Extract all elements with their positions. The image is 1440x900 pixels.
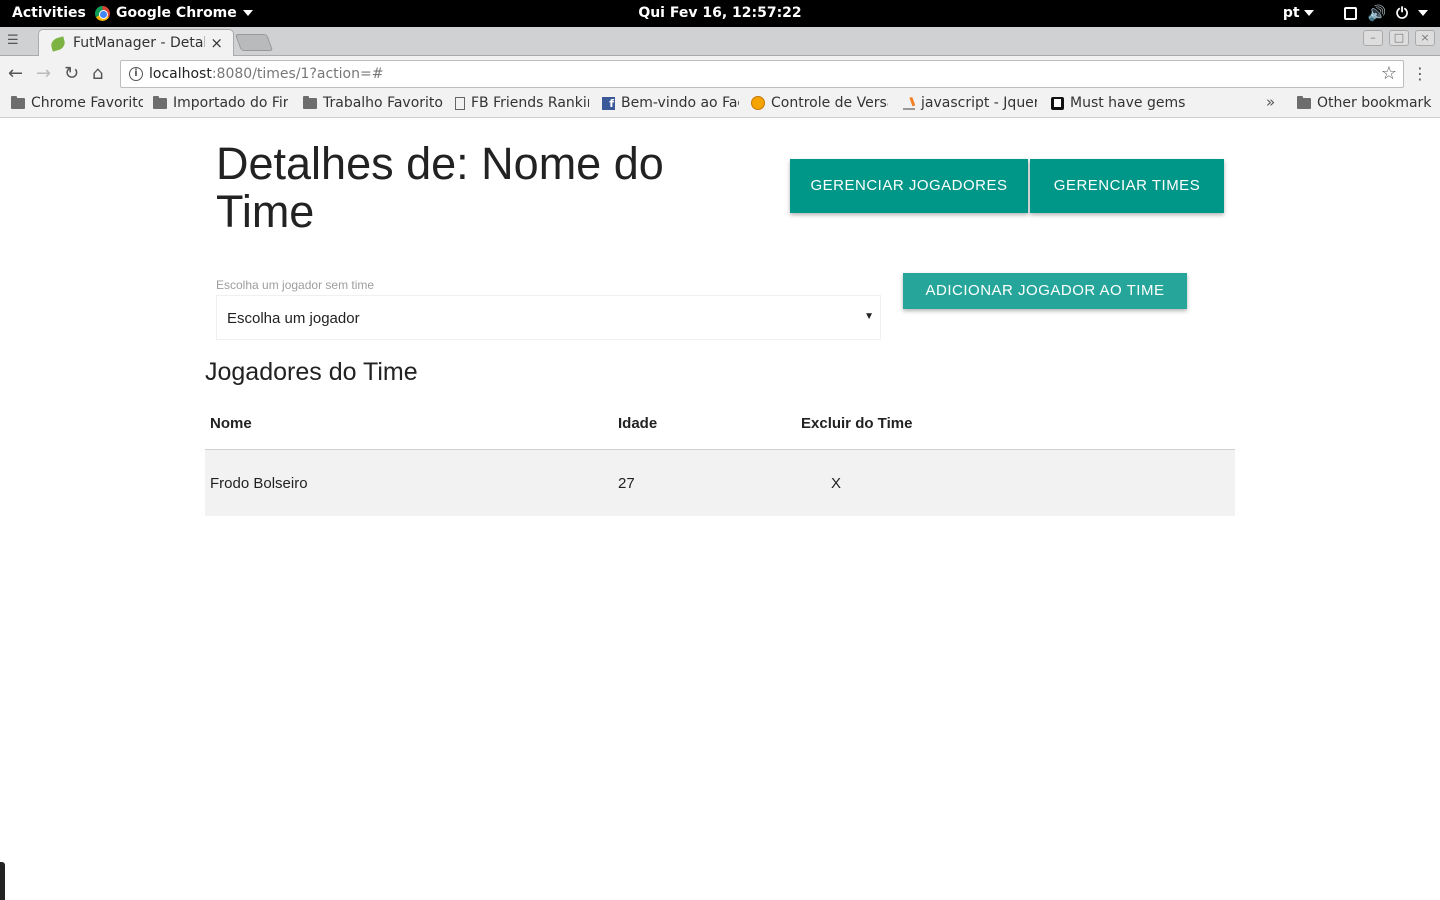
back-arrow-icon[interactable]: ← [8,63,23,84]
bookmark-item[interactable]: Must have gems for [1051,95,1189,111]
close-tab-icon[interactable]: × [210,34,223,52]
folder-icon [11,95,25,109]
chevron-down-icon[interactable] [1418,10,1428,16]
tab-title: FutManager - Detalhes [73,35,205,51]
home-icon[interactable]: ⌂ [92,63,103,84]
bookmark-label: Bem-vindo ao Facebook [621,95,739,111]
facebook-icon: f [602,96,615,110]
bookmark-item[interactable]: javascript - Jquery [903,95,1037,111]
player-select-label: Escolha um jogador sem time [216,278,375,292]
section-title: Jogadores do Time [205,358,418,386]
app-menu-label: Google Chrome [116,5,237,21]
bookmark-item[interactable]: Trabalho Favoritos [303,95,443,111]
folder-icon [153,95,167,109]
stackoverflow-icon [903,97,915,110]
new-tab-button[interactable] [234,34,274,51]
info-icon[interactable]: i [129,67,143,81]
window-overview-icon[interactable] [1344,6,1358,20]
leaf-icon [49,36,67,52]
other-bookmarks-label: Other bookmarks [1317,95,1432,111]
remove-player-button[interactable]: X [831,475,841,492]
page-title: Detalhes de: Nome do Time [216,138,664,237]
bookmark-item[interactable]: FB Friends Ranking [455,95,589,111]
url-text: localhost:8080/times/1?action=# [149,66,383,82]
language-label: pt [1282,5,1300,21]
bookmark-label: FB Friends Ranking [471,95,589,111]
add-player-button[interactable]: ADICIONAR JOGADOR AO TIME [903,273,1187,309]
other-bookmarks[interactable]: Other bookmarks [1297,95,1432,111]
page-icon [455,96,465,110]
bookmark-label: javascript - Jquery [921,95,1037,111]
tab-search-icon[interactable]: ☰ [7,33,19,48]
bookmark-item[interactable]: Controle de Versão [751,95,888,111]
activities-button[interactable]: Activities [12,5,86,21]
reload-icon[interactable]: ↻ [64,63,79,84]
manage-players-button[interactable]: GERENCIAR JOGADORES [790,159,1028,213]
language-selector[interactable]: pt [1283,5,1315,21]
globe-icon [751,96,765,110]
table-row: Frodo Bolseiro 27 X [205,450,1235,516]
bookmark-item[interactable]: f Bem-vindo ao Facebook [602,95,739,111]
bookmarks-overflow-icon[interactable]: » [1266,93,1275,111]
bookmark-item[interactable]: Chrome Favoritos [11,95,143,111]
player-name: Frodo Bolseiro [210,475,308,492]
window-edge [0,862,5,900]
chevron-down-icon [242,10,253,16]
maximize-window-button[interactable]: □ [1389,30,1409,46]
close-window-button[interactable]: × [1415,30,1435,46]
bookmark-label: Importado do Firefox [173,95,288,111]
dropdown-arrow-icon: ▼ [864,311,874,322]
url-path: :8080/times/1?action=# [211,66,384,82]
folder-icon [303,95,317,109]
bookmark-label: Chrome Favoritos [31,95,143,111]
browser-tab[interactable]: FutManager - Detalhes × [38,29,234,57]
volume-icon[interactable]: 🔊 [1367,4,1386,22]
chevron-down-icon [1304,10,1315,16]
table-header: Nome Idade Excluir do Time [205,400,1235,450]
player-select[interactable]: Escolha um jogador ▼ [216,295,881,340]
app-menu[interactable]: Google Chrome [95,5,253,21]
minimize-window-button[interactable]: – [1363,30,1383,46]
column-header-remove: Excluir do Time [801,415,913,432]
forward-arrow-icon[interactable]: → [36,63,51,84]
bookmark-label: Trabalho Favoritos [323,95,443,111]
players-table: Nome Idade Excluir do Time Frodo Bolseir… [205,400,1235,516]
bookmark-star-icon[interactable]: ☆ [1381,63,1397,84]
chrome-menu-icon[interactable]: ⋮ [1412,64,1428,83]
player-age: 27 [618,475,635,492]
tab-strip: ☰ FutManager - Detalhes × – □ × [0,27,1440,57]
url-host: localhost [149,66,212,82]
player-select-value: Escolha um jogador [227,310,360,327]
address-bar[interactable]: i localhost:8080/times/1?action=# ☆ [120,60,1404,88]
bookmarks-bar: Chrome Favoritos Importado do Firefox Tr… [0,92,1440,118]
bookmark-item[interactable]: Importado do Firefox [153,95,288,111]
column-header-age: Idade [618,415,658,432]
bookmark-label: Must have gems for [1070,95,1189,111]
browser-toolbar: ← → ↻ ⌂ i localhost:8080/times/1?action=… [0,56,1440,92]
chrome-icon [95,5,110,21]
system-top-bar: Activities Google Chrome Qui Fev 16, 12:… [0,0,1440,27]
bookmark-label: Controle de Versão [771,95,888,111]
manage-teams-button[interactable]: GERENCIAR TIMES [1030,159,1224,213]
bookmark-icon [1051,96,1064,110]
column-header-name: Nome [210,415,252,432]
power-icon[interactable]: ⏻ [1396,4,1408,22]
folder-icon [1297,95,1311,109]
